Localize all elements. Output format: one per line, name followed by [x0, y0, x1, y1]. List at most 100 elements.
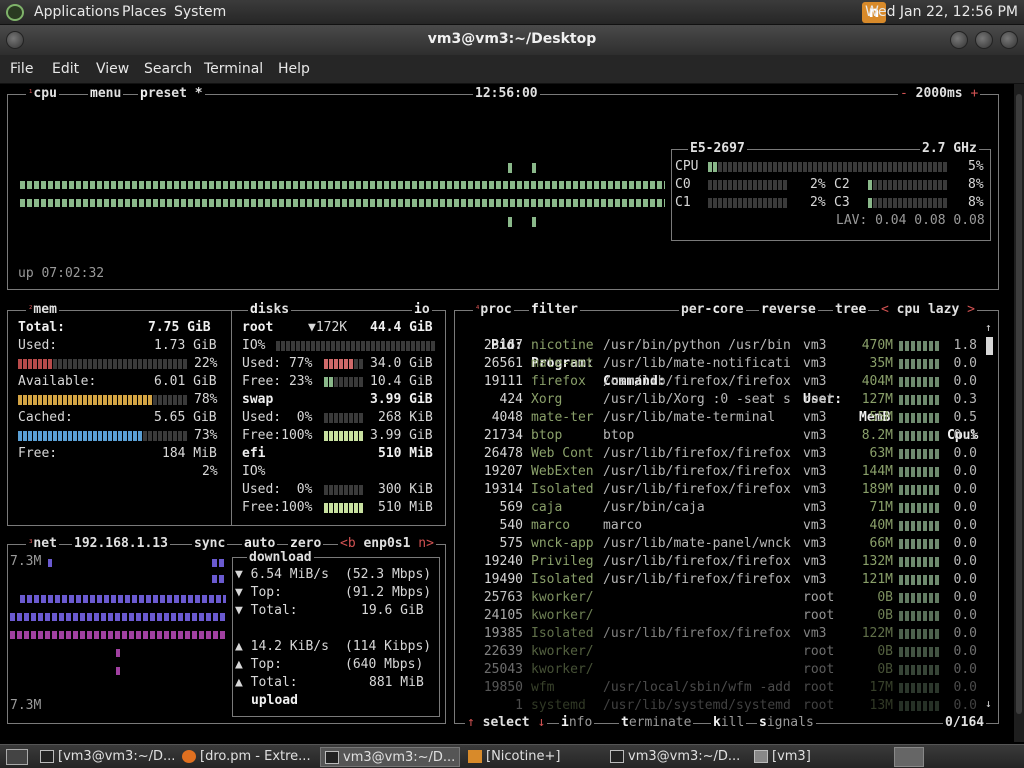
meter-segment [758, 162, 762, 172]
table-row[interactable]: 19207 WebExten/usr/lib/firefox/firefox vm3… [455, 463, 995, 481]
menu-system[interactable]: System [174, 4, 226, 20]
terminal-scrollbar[interactable] [1014, 84, 1024, 742]
io-tab[interactable]: io [412, 302, 432, 318]
table-row[interactable]: 540 marco marco vm3 40M 0.0 [455, 517, 995, 535]
table-row[interactable]: 19240 Privileg/usr/lib/firefox/firefox vm3… [455, 553, 995, 571]
table-row[interactable]: 19111 firefox/usr/lib/firefox/firefox vm3 4… [455, 373, 995, 391]
panel-clock[interactable]: Wed Jan 22, 12:56 PM [865, 4, 1018, 20]
table-row[interactable]: 19385 Isolated/usr/lib/firefox/firefox vm3… [455, 625, 995, 643]
taskbar-item[interactable]: vm3@vm3:~/D... [606, 747, 746, 767]
taskbar-item[interactable]: vm3@vm3:~/D... [320, 747, 460, 767]
mem-available-meter [18, 395, 187, 405]
upload-top-label: Top: [250, 657, 282, 672]
per-core-toggle[interactable]: per-core [679, 302, 746, 318]
scroll-up-icon[interactable]: ↑ [985, 321, 992, 334]
meter-segment [123, 359, 127, 369]
terminal-area[interactable]: ¹cpu menu preset * 12:56:00 - 2000ms + u… [0, 84, 1014, 742]
meter-segment [763, 198, 767, 208]
meter-segment [803, 162, 807, 172]
proc-cpu-graph [899, 359, 939, 369]
cpu-tab[interactable]: cpu [33, 86, 56, 101]
proc-user: vm3 [803, 554, 827, 569]
net-interface-selector[interactable]: <b enp0s1 n> [338, 536, 436, 552]
proc-memb: 66M [869, 536, 893, 551]
terminal-scrollbar-thumb[interactable] [1016, 94, 1022, 714]
mem-free-value: 184 MiB [162, 446, 217, 461]
window-titlebar[interactable]: vm3@vm3:~/Desktop [0, 25, 1024, 55]
menu-terminal[interactable]: Terminal [204, 61, 263, 77]
table-row[interactable]: 19490 Isolated/usr/lib/firefox/firefox vm3… [455, 571, 995, 589]
menu-places[interactable]: Places [122, 4, 167, 20]
table-row[interactable]: 25043 kworker/root 0B 0.0 [455, 661, 995, 679]
proc-command: /usr/lib/mate-notificati [603, 356, 791, 371]
table-row[interactable]: 4048 mate-ter/usr/lib/mate-terminal vm3 55M… [455, 409, 995, 427]
interval-control[interactable]: - 2000ms + [898, 86, 981, 102]
table-row[interactable]: 569 caja/usr/bin/caja vm3 71M 0.0 [455, 499, 995, 517]
proc-user: vm3 [803, 536, 827, 551]
proc-cpu-graph [899, 647, 939, 657]
table-row[interactable]: 575 wnck-app/usr/lib/mate-panel/wnck vm3 66… [455, 535, 995, 553]
taskbar-item[interactable]: [dro.pm - Extre... [178, 747, 316, 767]
taskbar-item[interactable]: [Nicotine+] [464, 747, 602, 767]
menu-tab[interactable]: menu [88, 86, 124, 102]
table-row[interactable]: 1 systemd/usr/lib/systemd/systemd root 13M 0… [455, 697, 995, 715]
meter-segment [88, 395, 92, 405]
menu-file[interactable]: File [10, 61, 33, 77]
meter-segment [738, 198, 742, 208]
table-row[interactable]: 19850 wfm/usr/local/sbin/wfm -add root 17M 0… [455, 679, 995, 697]
net-tab[interactable]: ³net [26, 536, 59, 552]
menu-view[interactable]: View [96, 61, 129, 77]
menu-edit[interactable]: Edit [52, 61, 79, 77]
meter-segment [103, 431, 107, 441]
disk-root-name[interactable]: root [242, 319, 273, 337]
menu-applications[interactable]: Applications [34, 4, 120, 20]
table-row[interactable]: 24105 kworker/root 0B 0.0 [455, 607, 995, 625]
table-row[interactable]: 26561 mate-not/usr/lib/mate-notificati vm3… [455, 355, 995, 373]
taskbar-item[interactable]: [vm3@vm3:~/D... [36, 747, 174, 767]
table-row[interactable]: 25763 kworker/root 0B 0.0 [455, 589, 995, 607]
net-sync-toggle[interactable]: sync [192, 536, 228, 552]
workspace-switcher[interactable] [894, 747, 924, 767]
reverse-toggle[interactable]: reverse [759, 302, 818, 318]
filter-toggle[interactable]: filter [529, 302, 580, 318]
info-button[interactable]: info [559, 715, 595, 731]
table-row[interactable]: 23167 nicotine/usr/bin/python /usr/bin vm3… [455, 337, 995, 355]
disk-swap-name[interactable]: swap [242, 391, 273, 409]
mem-tab[interactable]: ²mem [26, 302, 59, 318]
proc-cpu: 0.0 [953, 572, 977, 587]
meter-segment [88, 431, 92, 441]
table-row[interactable]: 424 Xorg/usr/lib/Xorg :0 -seat s root 127M 0… [455, 391, 995, 409]
disks-tab[interactable]: disks [248, 302, 292, 318]
proc-user: root [803, 392, 835, 407]
proc-footer-select[interactable]: ↑ select ↓ [465, 715, 548, 731]
table-row[interactable]: 22639 kworker/root 0B 0.0 [455, 643, 995, 661]
sort-selector[interactable]: < cpu lazy > [879, 302, 977, 318]
taskbar-item[interactable]: [vm3] [750, 747, 862, 767]
table-row[interactable]: 21734 btop btop vm3 8.2M 0.1 [455, 427, 995, 445]
meter-segment [63, 395, 67, 405]
preset-tab[interactable]: preset * [138, 86, 205, 102]
table-row[interactable]: 26478 Web Cont/usr/lib/firefox/firefox vm3… [455, 445, 995, 463]
maximize-button[interactable] [975, 31, 993, 49]
show-desktop-icon[interactable] [6, 749, 28, 765]
close-button[interactable] [1000, 31, 1018, 49]
kill-button[interactable]: kill [711, 715, 747, 731]
meter-segment [341, 341, 345, 351]
menu-help[interactable]: Help [278, 61, 310, 77]
minimize-button[interactable] [950, 31, 968, 49]
cpu-graph-spike [508, 217, 512, 227]
meter-segment [33, 431, 37, 441]
mate-logo-icon[interactable] [6, 4, 24, 21]
signals-button[interactable]: signals [757, 715, 816, 731]
mem-disk-divider [231, 311, 232, 525]
terminate-button[interactable]: terminate [619, 715, 694, 731]
menu-search[interactable]: Search [144, 61, 192, 77]
meter-segment [928, 162, 932, 172]
meter-segment [838, 162, 842, 172]
disk-efi-name[interactable]: efi [242, 445, 265, 463]
proc-memb: 132M [861, 554, 893, 569]
proc-memb: 63M [869, 446, 893, 461]
proc-tab[interactable]: ⁴proc [473, 302, 514, 318]
tree-toggle[interactable]: tree [833, 302, 869, 318]
table-row[interactable]: 19314 Isolated/usr/lib/firefox/firefox vm3… [455, 481, 995, 499]
